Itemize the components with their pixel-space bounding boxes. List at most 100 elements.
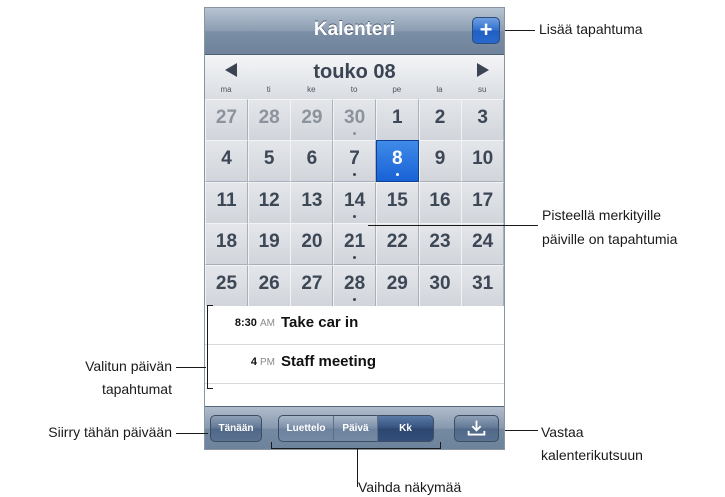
day-cell[interactable]: 13	[290, 181, 334, 224]
day-number: 10	[472, 148, 494, 170]
calendar-illustration: Kalenteri + touko 08 ma ti ke to pe la su 27 28…	[0, 0, 725, 497]
day-number: 30	[429, 272, 451, 294]
day-number: 11	[216, 189, 237, 211]
day-cell[interactable]: 9	[418, 140, 462, 183]
event-dot-icon	[353, 214, 357, 218]
day-cell[interactable]: 26	[247, 264, 291, 307]
event-time: 8:30 AM	[235, 317, 275, 329]
day-number: 13	[301, 189, 323, 211]
next-month-icon[interactable]	[477, 63, 489, 77]
day-cell[interactable]: 17	[461, 181, 504, 224]
weekday-label: to	[350, 85, 358, 94]
day-cell[interactable]: 15	[375, 181, 419, 224]
dots-callout-line2: päiville on tapahtumia	[542, 231, 678, 247]
today-button[interactable]: Tänään	[210, 415, 262, 442]
day-cell[interactable]: 30	[418, 264, 462, 307]
day-number: 25	[215, 272, 238, 294]
month-grid: 27 28 29 30 1 2 3 4 5 6 7 8 9 10 11 12 13 14 15 16 17 18 19 20 2…	[205, 99, 504, 307]
day-number: 27	[215, 107, 238, 128]
switch-view-bracket	[271, 448, 441, 449]
view-month-button[interactable]: Kk	[377, 415, 434, 442]
day-cell[interactable]: 10	[461, 140, 504, 183]
day-cell[interactable]: 22	[375, 223, 419, 266]
day-cell[interactable]: 18	[205, 223, 248, 266]
selected-day-cell[interactable]: 8	[375, 140, 419, 183]
weekday-label: la	[436, 85, 443, 94]
day-number: 20	[301, 231, 323, 253]
day-cell[interactable]: 16	[418, 181, 462, 224]
event-title: Take car in	[281, 314, 359, 331]
event-row[interactable]: 8:30 AM Take car in	[205, 306, 504, 345]
day-number: 21	[344, 231, 366, 253]
day-number: 29	[386, 272, 408, 294]
day-cell[interactable]: 14	[333, 181, 377, 224]
event-list: 8:30 AM Take car in 4 PM Staff meeting	[205, 306, 504, 406]
day-cell[interactable]: 24	[461, 223, 504, 266]
view-list-button[interactable]: Luettelo	[278, 415, 333, 442]
day-number: 2	[434, 107, 446, 128]
title-bar: Kalenteri +	[205, 8, 504, 55]
selected-day-callout-line1: Valitun päivän	[85, 358, 172, 374]
event-time-value: 4	[250, 356, 257, 368]
day-cell[interactable]: 19	[247, 223, 291, 266]
month-title: touko 08	[313, 61, 396, 83]
respond-callout-line2: kalenterikutsuun	[541, 447, 643, 463]
day-cell[interactable]: 28	[247, 99, 291, 141]
day-cell[interactable]: 3	[461, 99, 504, 141]
respond-callout-line1: Vastaa	[541, 424, 584, 440]
day-cell[interactable]: 2	[418, 99, 462, 141]
day-cell[interactable]: 28	[333, 264, 377, 307]
event-dot-icon	[353, 132, 357, 135]
day-number: 6	[306, 148, 318, 170]
screen-title: Kalenteri	[313, 19, 396, 40]
selected-day-bracket	[207, 305, 208, 388]
event-time: 4 PM	[251, 356, 275, 368]
add-event-button[interactable]: +	[472, 17, 500, 44]
day-cell[interactable]: 4	[205, 140, 248, 183]
weekday-label: su	[477, 85, 487, 94]
day-number: 12	[258, 189, 280, 211]
selected-day-callout-line	[176, 367, 206, 368]
day-cell[interactable]: 31	[461, 264, 504, 307]
dots-callout-line	[368, 225, 538, 226]
month-header: touko 08 ma ti ke to pe la su	[205, 55, 504, 99]
phone-screen: Kalenteri + touko 08 ma ti ke to pe la su 27 28…	[204, 7, 505, 450]
view-day-button[interactable]: Päivä	[333, 415, 377, 442]
day-cell[interactable]: 25	[205, 264, 248, 307]
day-number: 3	[477, 107, 488, 128]
event-row[interactable]: 4 PM Staff meeting	[205, 345, 504, 384]
day-cell[interactable]: 21	[333, 223, 377, 266]
day-number: 1	[392, 107, 403, 128]
event-ampm: AM	[260, 318, 275, 329]
day-cell[interactable]: 20	[290, 223, 334, 266]
day-cell[interactable]: 12	[247, 181, 291, 224]
day-cell[interactable]: 11	[205, 181, 248, 224]
bottom-toolbar: Tänään Luettelo Päivä Kk	[205, 406, 504, 449]
day-cell[interactable]: 29	[375, 264, 419, 307]
respond-invitation-button[interactable]	[454, 415, 499, 442]
day-cell[interactable]: 27	[205, 99, 248, 141]
event-dot-icon	[353, 297, 357, 301]
day-cell[interactable]: 29	[290, 99, 334, 141]
day-number: 28	[258, 107, 280, 128]
weekday-label: pe	[392, 85, 402, 94]
weekday-label: ke	[307, 85, 316, 94]
day-number: 18	[215, 231, 238, 253]
day-number: 31	[472, 272, 494, 294]
day-number: 5	[263, 148, 275, 170]
day-number: 22	[386, 231, 408, 253]
day-cell[interactable]: 30	[333, 99, 377, 141]
day-number: 28	[344, 272, 366, 294]
day-cell[interactable]: 6	[290, 140, 334, 183]
day-number: 30	[344, 107, 366, 128]
event-title: Staff meeting	[281, 353, 377, 370]
selected-day-bracket-top	[207, 305, 213, 306]
day-cell[interactable]: 23	[418, 223, 462, 266]
day-cell[interactable]: 5	[247, 140, 291, 183]
day-number: 26	[258, 272, 280, 294]
day-number: 16	[429, 189, 451, 211]
event-dot-icon	[395, 173, 399, 177]
day-cell[interactable]: 7	[333, 140, 377, 183]
day-cell[interactable]: 27	[290, 264, 334, 307]
day-cell[interactable]: 1	[375, 99, 419, 141]
